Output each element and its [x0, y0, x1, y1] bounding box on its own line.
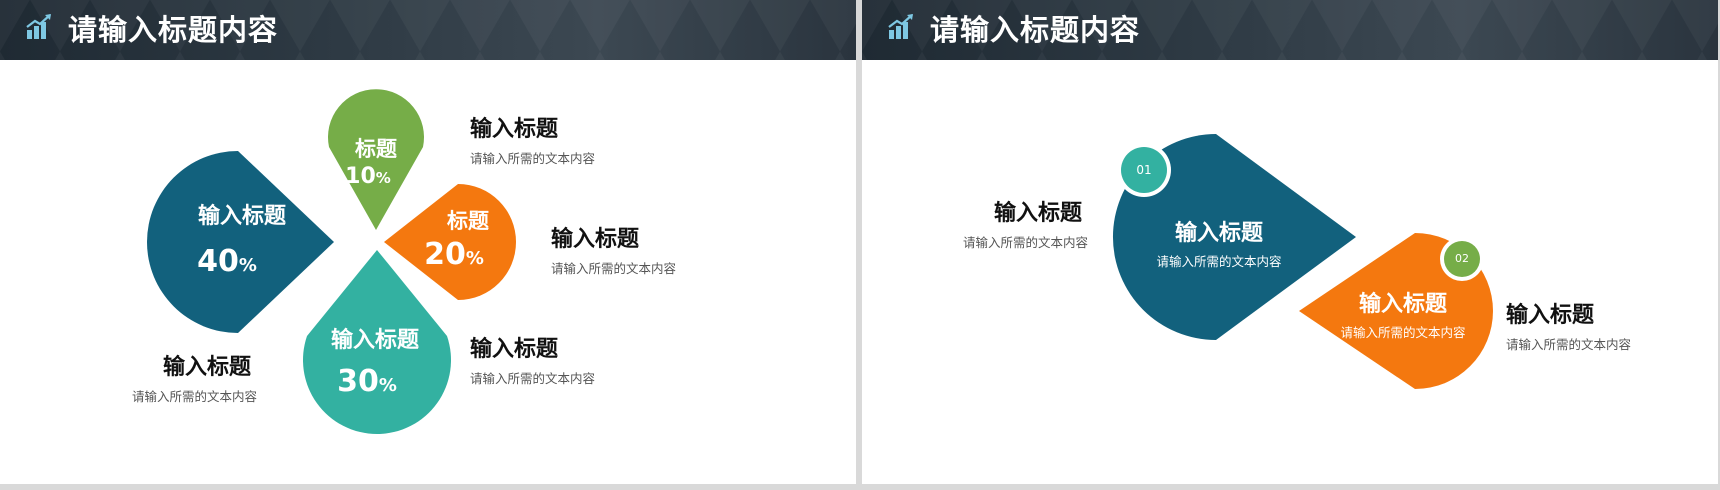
label-desc-right: 请输入所需的文本内容 [551, 261, 677, 276]
drop-20-title: 标题 [447, 209, 489, 233]
label-title-top: 输入标题 [470, 117, 559, 142]
drop-40-title: 输入标题 [197, 204, 287, 229]
badge-02-label: 02 [1455, 252, 1469, 265]
slide-2: 请输入标题内容 01 02 输入标题 请输入所需的文本内容 输入标题 请输入所需… [862, 0, 1718, 484]
label-desc-bottom: 请输入所需的文本内容 [470, 371, 596, 386]
chart-growth-icon [26, 14, 51, 39]
badge-01-label: 01 [1136, 163, 1152, 177]
drop-10-value: 10% [345, 164, 391, 189]
label-desc-left: 请输入所需的文本内容 [132, 389, 258, 404]
label-title-left: 输入标题 [163, 355, 252, 380]
drop-01-title: 输入标题 [1174, 221, 1264, 246]
drop-20-value: 20% [424, 237, 484, 272]
drop-10-title: 标题 [355, 137, 397, 161]
slide-title: 请输入标题内容 [68, 13, 279, 47]
slide-1: 请输入标题内容 输入标题 40% 标题 10% 标题 20% 输入标题 30% … [0, 0, 856, 484]
drop-01-desc: 请输入所需的文本内容 [1156, 254, 1282, 269]
label-desc-top: 请输入所需的文本内容 [470, 151, 596, 166]
label-desc-right: 请输入所需的文本内容 [1506, 337, 1632, 352]
drop-02-desc: 请输入所需的文本内容 [1340, 325, 1466, 340]
label-title-bottom: 输入标题 [470, 337, 559, 362]
drop-40-value: 40% [197, 244, 257, 279]
drop-02-title: 输入标题 [1358, 292, 1448, 317]
chart-growth-icon [888, 14, 913, 39]
label-title-right: 输入标题 [551, 227, 640, 252]
drop-30-value: 30% [337, 364, 397, 399]
drop-30-title: 输入标题 [330, 328, 420, 353]
label-title-left: 输入标题 [994, 201, 1083, 226]
label-desc-left: 请输入所需的文本内容 [963, 235, 1089, 250]
slide-title: 请输入标题内容 [930, 13, 1141, 47]
label-title-right: 输入标题 [1506, 303, 1595, 328]
drop-shape-40 [147, 151, 334, 333]
